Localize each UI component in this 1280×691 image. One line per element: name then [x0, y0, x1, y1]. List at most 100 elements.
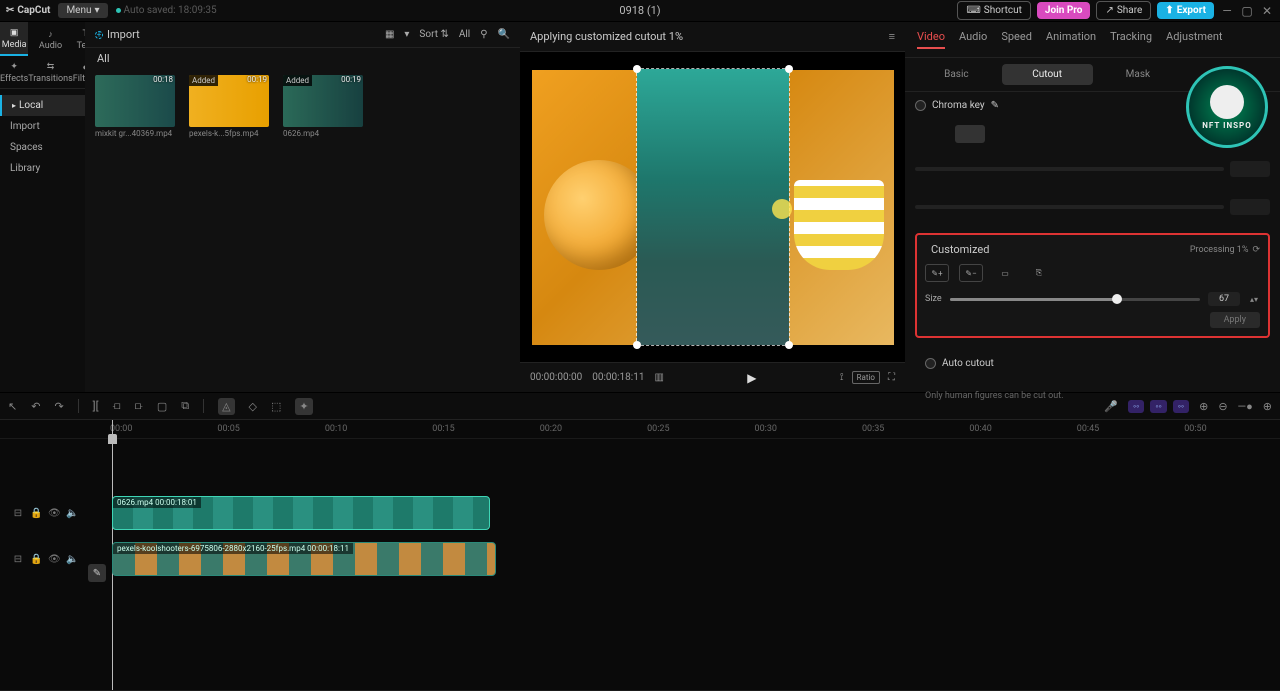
- source-library[interactable]: Library: [0, 158, 85, 179]
- filter-all-button[interactable]: All: [459, 29, 470, 40]
- join-pro-button[interactable]: Join Pro: [1037, 2, 1091, 19]
- resize-handle-br[interactable]: [785, 341, 793, 349]
- time-ruler[interactable]: 00:00 00:05 00:10 00:15 00:20 00:25 00:3…: [0, 420, 1280, 439]
- upload-icon: ⬆: [1165, 5, 1173, 16]
- import-label: Import: [107, 28, 140, 41]
- redo-icon[interactable]: ↷: [54, 400, 63, 413]
- source-local[interactable]: ▸Local: [0, 95, 85, 116]
- minimize-button[interactable]: —: [1220, 4, 1234, 18]
- snapshot-icon[interactable]: ⟟: [840, 372, 844, 383]
- apply-button[interactable]: Apply: [1210, 312, 1260, 328]
- lock-icon[interactable]: 🔒: [30, 554, 42, 565]
- insp-tab-audio[interactable]: Audio: [959, 30, 987, 49]
- caret-icon: ▸: [12, 101, 16, 110]
- split-icon[interactable]: ][: [93, 400, 99, 413]
- tab-media[interactable]: ▣Media: [0, 22, 28, 56]
- subtab-basic[interactable]: Basic: [911, 64, 1002, 85]
- size-slider[interactable]: [950, 298, 1200, 301]
- delete-right-icon[interactable]: ⟥: [135, 399, 143, 413]
- import-button[interactable]: + Import: [95, 28, 140, 41]
- visibility-icon[interactable]: 👁: [48, 508, 60, 519]
- insp-tab-animation[interactable]: Animation: [1046, 30, 1096, 49]
- visibility-icon[interactable]: 👁: [48, 554, 60, 565]
- auto-cutout-label: Auto cutout: [942, 358, 994, 369]
- menu-button[interactable]: Menu ▾: [58, 3, 107, 18]
- collapse-icon[interactable]: ⊟: [12, 508, 24, 519]
- brush-remove-tool[interactable]: ✎−: [959, 264, 983, 282]
- lock-icon[interactable]: 🔒: [30, 508, 42, 519]
- slider-thumb[interactable]: [1112, 294, 1122, 304]
- preview-panel: Applying customized cutout 1% ≡ 00:00:00…: [520, 22, 905, 392]
- timeline-clip-2[interactable]: pexels-koolshooters-6975806-2880x2160-25…: [112, 542, 496, 576]
- play-button[interactable]: ▶: [747, 371, 756, 385]
- close-button[interactable]: ✕: [1260, 4, 1274, 18]
- size-slider-row: Size 67 ▴▾: [925, 292, 1260, 306]
- chroma-color-swatch[interactable]: [955, 125, 985, 143]
- auto-cutout-checkbox[interactable]: [925, 358, 936, 369]
- delete-icon[interactable]: ▢: [157, 400, 167, 413]
- fullscreen-icon[interactable]: ⛶: [888, 372, 895, 383]
- subtab-mask[interactable]: Mask: [1093, 64, 1184, 85]
- tab-transitions[interactable]: ⇆Transitions: [28, 56, 73, 88]
- share-button[interactable]: ↗ Share: [1096, 1, 1151, 20]
- insp-tab-adjustment[interactable]: Adjustment: [1166, 30, 1223, 49]
- ruler-mark: 00:10: [325, 424, 347, 434]
- eyedropper-icon[interactable]: ✎: [991, 100, 999, 111]
- customized-label: Customized: [931, 243, 989, 256]
- resize-handle-tl[interactable]: [633, 65, 641, 73]
- maximize-button[interactable]: ▢: [1240, 4, 1254, 18]
- subtab-cutout[interactable]: Cutout: [1002, 64, 1093, 85]
- menu-label: Menu: [66, 5, 91, 16]
- smart-tool-icon[interactable]: ✦: [295, 398, 312, 415]
- view-dropdown-icon[interactable]: ▾: [404, 29, 409, 40]
- crop-icon[interactable]: ⬚: [271, 400, 281, 413]
- comparison-icon[interactable]: ▥: [654, 372, 663, 383]
- pointer-tool-icon[interactable]: ↖: [8, 400, 17, 413]
- media-clip-2[interactable]: Added00:19 0626.mp4: [283, 75, 363, 138]
- undo-icon[interactable]: ↶: [31, 400, 40, 413]
- delete-left-icon[interactable]: ⟤: [113, 399, 121, 413]
- tab-audio[interactable]: ♪Audio: [28, 22, 73, 56]
- selection-box[interactable]: [636, 68, 790, 346]
- insp-tab-tracking[interactable]: Tracking: [1110, 30, 1152, 49]
- source-local-label: Local: [19, 100, 43, 111]
- timeline-clip-1[interactable]: 0626.mp4 00:00:18:01: [112, 496, 490, 530]
- chroma-checkbox[interactable]: [915, 100, 926, 111]
- grid-view-icon[interactable]: ▦: [385, 29, 394, 40]
- media-clip-0[interactable]: 00:18 mixkit gr...40369.mp4: [95, 75, 175, 138]
- link-tool[interactable]: ⎘: [1027, 264, 1051, 282]
- copy-icon[interactable]: ⧉: [181, 399, 189, 413]
- sort-button[interactable]: Sort ⇅: [419, 29, 448, 40]
- timeline[interactable]: 00:00 00:05 00:10 00:15 00:20 00:25 00:3…: [0, 420, 1280, 690]
- rotate-icon[interactable]: ◇: [249, 400, 257, 413]
- tab-audio-label: Audio: [39, 41, 62, 51]
- quick-select-tool[interactable]: ▭: [993, 264, 1017, 282]
- resize-handle-tr[interactable]: [785, 65, 793, 73]
- source-import[interactable]: Import: [0, 116, 85, 137]
- mirror-icon[interactable]: ◬: [218, 398, 234, 415]
- insp-tab-speed[interactable]: Speed: [1001, 30, 1032, 49]
- brush-add-tool[interactable]: ✎+: [925, 264, 949, 282]
- search-icon[interactable]: 🔍: [498, 29, 510, 40]
- media-clip-1[interactable]: Added00:19 pexels-k...5fps.mp4: [189, 75, 269, 138]
- player-viewport[interactable]: [520, 52, 905, 362]
- mute-icon[interactable]: 🔈: [66, 554, 78, 565]
- refresh-icon[interactable]: ⟳: [1252, 245, 1260, 255]
- player-controls: 00:00:00:00 00:00:18:11 ▥ ▶ ⟟ Ratio ⛶: [520, 362, 905, 392]
- resize-handle-bl[interactable]: [633, 341, 641, 349]
- insp-tab-video[interactable]: Video: [917, 30, 945, 49]
- added-tag: Added: [283, 75, 312, 86]
- mute-icon[interactable]: 🔈: [66, 508, 78, 519]
- tab-effects[interactable]: ✦Effects: [0, 56, 28, 88]
- export-button[interactable]: ⬆ Export: [1157, 2, 1214, 19]
- shortcut-button[interactable]: ⌨ Shortcut: [957, 1, 1031, 20]
- size-value[interactable]: 67: [1208, 292, 1240, 306]
- collapse-icon[interactable]: ⊟: [12, 554, 24, 565]
- source-spaces[interactable]: Spaces: [0, 137, 85, 158]
- preview-menu-icon[interactable]: ≡: [889, 30, 895, 43]
- filter-icon[interactable]: ⚲: [480, 29, 487, 40]
- ratio-button[interactable]: Ratio: [852, 371, 880, 384]
- disabled-track: [915, 167, 1224, 171]
- add-track-button[interactable]: ✎: [88, 564, 106, 582]
- size-stepper[interactable]: ▴▾: [1248, 295, 1260, 304]
